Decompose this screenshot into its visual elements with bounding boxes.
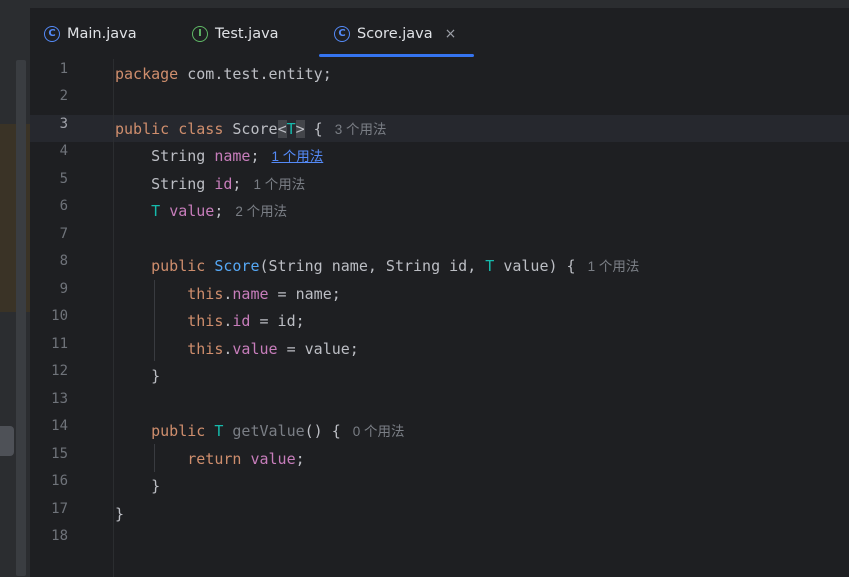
code-line[interactable]: public class Score<T> {3 个用法 (115, 116, 386, 143)
code-line[interactable]: } (115, 363, 160, 390)
code-line[interactable]: String name; 1 个用法 (115, 143, 323, 170)
code-text: } (115, 505, 125, 523)
code-line[interactable]: public T getValue() { 0 个用法 (115, 418, 405, 445)
line-number: 5 (59, 171, 68, 187)
type-parameter: T (151, 202, 161, 220)
line-number: 16 (51, 473, 68, 489)
keyword: this (187, 340, 224, 358)
line-number: 18 (51, 528, 68, 544)
line-number: 15 (51, 446, 68, 462)
method-name: getValue (232, 422, 305, 440)
generic-bracket: > (295, 120, 305, 138)
code-line[interactable]: package com.test.entity; (115, 61, 332, 88)
field-name: id (214, 175, 233, 193)
code-text: { (304, 120, 323, 138)
code-line[interactable]: public Score(String name, String id, T v… (115, 253, 639, 280)
code-text: com.test.entity; (178, 65, 332, 83)
keyword: public (151, 422, 206, 440)
code-text: = id; (250, 312, 305, 330)
line-number: 7 (59, 226, 68, 242)
line-number: 6 (59, 198, 68, 214)
code-text: value) { (494, 257, 576, 275)
tab-label: Test.java (215, 25, 279, 42)
usage-hint[interactable]: 3 个用法 (335, 122, 387, 137)
code-line[interactable]: } (115, 473, 160, 500)
keyword: class (178, 120, 224, 138)
line-number: 4 (59, 143, 68, 159)
class-icon: C (44, 25, 60, 42)
code-text: ; (250, 147, 260, 165)
keyword: return (187, 450, 242, 468)
code-text: = name; (268, 285, 341, 303)
line-number: 8 (59, 253, 68, 269)
constructor-name: Score (214, 257, 260, 275)
line-number: 14 (51, 418, 68, 434)
tab-main-java[interactable]: C Main.java (44, 8, 137, 59)
line-number-gutter: 1 2 3 4 5 6 7 8 9 10 11 12 13 14 15 16 1… (30, 59, 108, 577)
code-text: () { (304, 422, 341, 440)
usage-hint[interactable]: 1 个用法 (588, 259, 640, 274)
tab-label: Main.java (67, 25, 137, 42)
code-text: ; (232, 175, 242, 193)
usage-hint-link[interactable]: 1 个用法 (272, 149, 324, 164)
keyword: this (187, 312, 224, 330)
close-icon[interactable]: × (445, 26, 457, 42)
type-parameter: T (485, 257, 495, 275)
code-text: } (151, 477, 161, 495)
class-icon: C (334, 25, 350, 42)
field-name: value (232, 340, 278, 358)
keyword: public (115, 120, 170, 138)
keyword: this (187, 285, 224, 303)
code-text: ; (214, 202, 224, 220)
line-number: 11 (51, 336, 68, 352)
code-editor[interactable]: 1 2 3 4 5 6 7 8 9 10 11 12 13 14 15 16 1… (0, 59, 849, 577)
line-number: 2 (59, 88, 68, 104)
line-number: 17 (51, 501, 68, 517)
interface-icon: I (192, 25, 208, 42)
keyword: public (151, 257, 206, 275)
code-line[interactable]: String id; 1 个用法 (115, 171, 305, 198)
line-number: 1 (59, 61, 68, 77)
generic-bracket: < (277, 120, 287, 138)
code-text: (String name, String id, (259, 257, 486, 275)
usage-hint[interactable]: 2 个用法 (235, 204, 287, 219)
code-text: = value; (277, 340, 359, 358)
code-line[interactable]: } (115, 501, 124, 528)
editor-tab-bar: C Main.java I Test.java C Score.java × (30, 8, 849, 59)
line-number: 12 (51, 363, 68, 379)
gutter-separator (113, 59, 114, 577)
usage-hint[interactable]: 1 个用法 (253, 177, 305, 192)
code-line[interactable]: this.name = name; (115, 281, 341, 308)
code-text: ; (295, 450, 305, 468)
line-number: 3 (59, 116, 68, 132)
code-text: } (151, 367, 161, 385)
code-line[interactable]: T value; 2 个用法 (115, 198, 287, 225)
keyword: package (115, 65, 179, 83)
tab-label: Score.java (357, 25, 433, 42)
line-number: 10 (51, 308, 68, 324)
usage-hint[interactable]: 0 个用法 (353, 424, 405, 439)
tab-score-java[interactable]: C Score.java × (334, 8, 456, 59)
type-parameter: T (286, 120, 296, 138)
field-name: id (232, 312, 251, 330)
field-name: name (214, 147, 251, 165)
active-tab-indicator (319, 54, 474, 57)
code-line[interactable]: this.id = id; (115, 308, 305, 335)
type-name: String (151, 147, 215, 165)
field-name: value (169, 202, 215, 220)
line-number: 9 (59, 281, 68, 297)
type-name: String (151, 175, 215, 193)
class-name: Score (232, 120, 278, 138)
field-name: name (232, 285, 269, 303)
field-name: value (250, 450, 296, 468)
code-line[interactable]: this.value = value; (115, 336, 359, 363)
line-number: 13 (51, 391, 68, 407)
type-parameter: T (214, 422, 224, 440)
code-line[interactable]: return value; (115, 446, 305, 473)
tab-test-java[interactable]: I Test.java (192, 8, 279, 59)
